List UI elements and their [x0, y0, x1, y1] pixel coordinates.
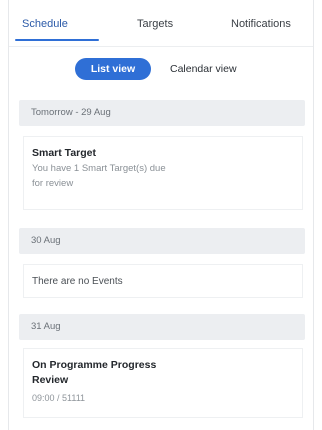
- active-tab-indicator: [15, 39, 99, 41]
- day-header: 31 Aug: [19, 314, 305, 340]
- schedule-panel: Schedule Targets Notifications List view…: [8, 0, 314, 430]
- empty-events-card: There are no Events: [23, 264, 303, 298]
- event-title: On Programme Progress: [32, 359, 157, 371]
- day-header: 30 Aug: [19, 228, 305, 254]
- event-description-line: for review: [32, 178, 74, 189]
- calendar-view-button[interactable]: Calendar view: [170, 58, 237, 80]
- tab-targets[interactable]: Targets: [137, 18, 173, 30]
- event-time: 09:00 / 51111: [32, 393, 86, 403]
- tab-schedule[interactable]: Schedule: [22, 18, 68, 30]
- empty-events-text: There are no Events: [32, 276, 123, 287]
- tab-bar: Schedule Targets Notifications: [9, 0, 313, 47]
- view-toggle: List view Calendar view: [9, 58, 313, 82]
- event-card-progress-review[interactable]: On Programme Progress Review 09:00 / 511…: [23, 348, 303, 418]
- tab-notifications[interactable]: Notifications: [231, 18, 291, 30]
- list-view-button[interactable]: List view: [75, 58, 151, 80]
- event-title: Smart Target: [32, 147, 96, 159]
- event-description-line: You have 1 Smart Target(s) due: [32, 163, 166, 174]
- day-header: Tomorrow - 29 Aug: [19, 100, 305, 126]
- event-card-smart-target[interactable]: Smart Target You have 1 Smart Target(s) …: [23, 136, 303, 210]
- event-title: Review: [32, 374, 69, 386]
